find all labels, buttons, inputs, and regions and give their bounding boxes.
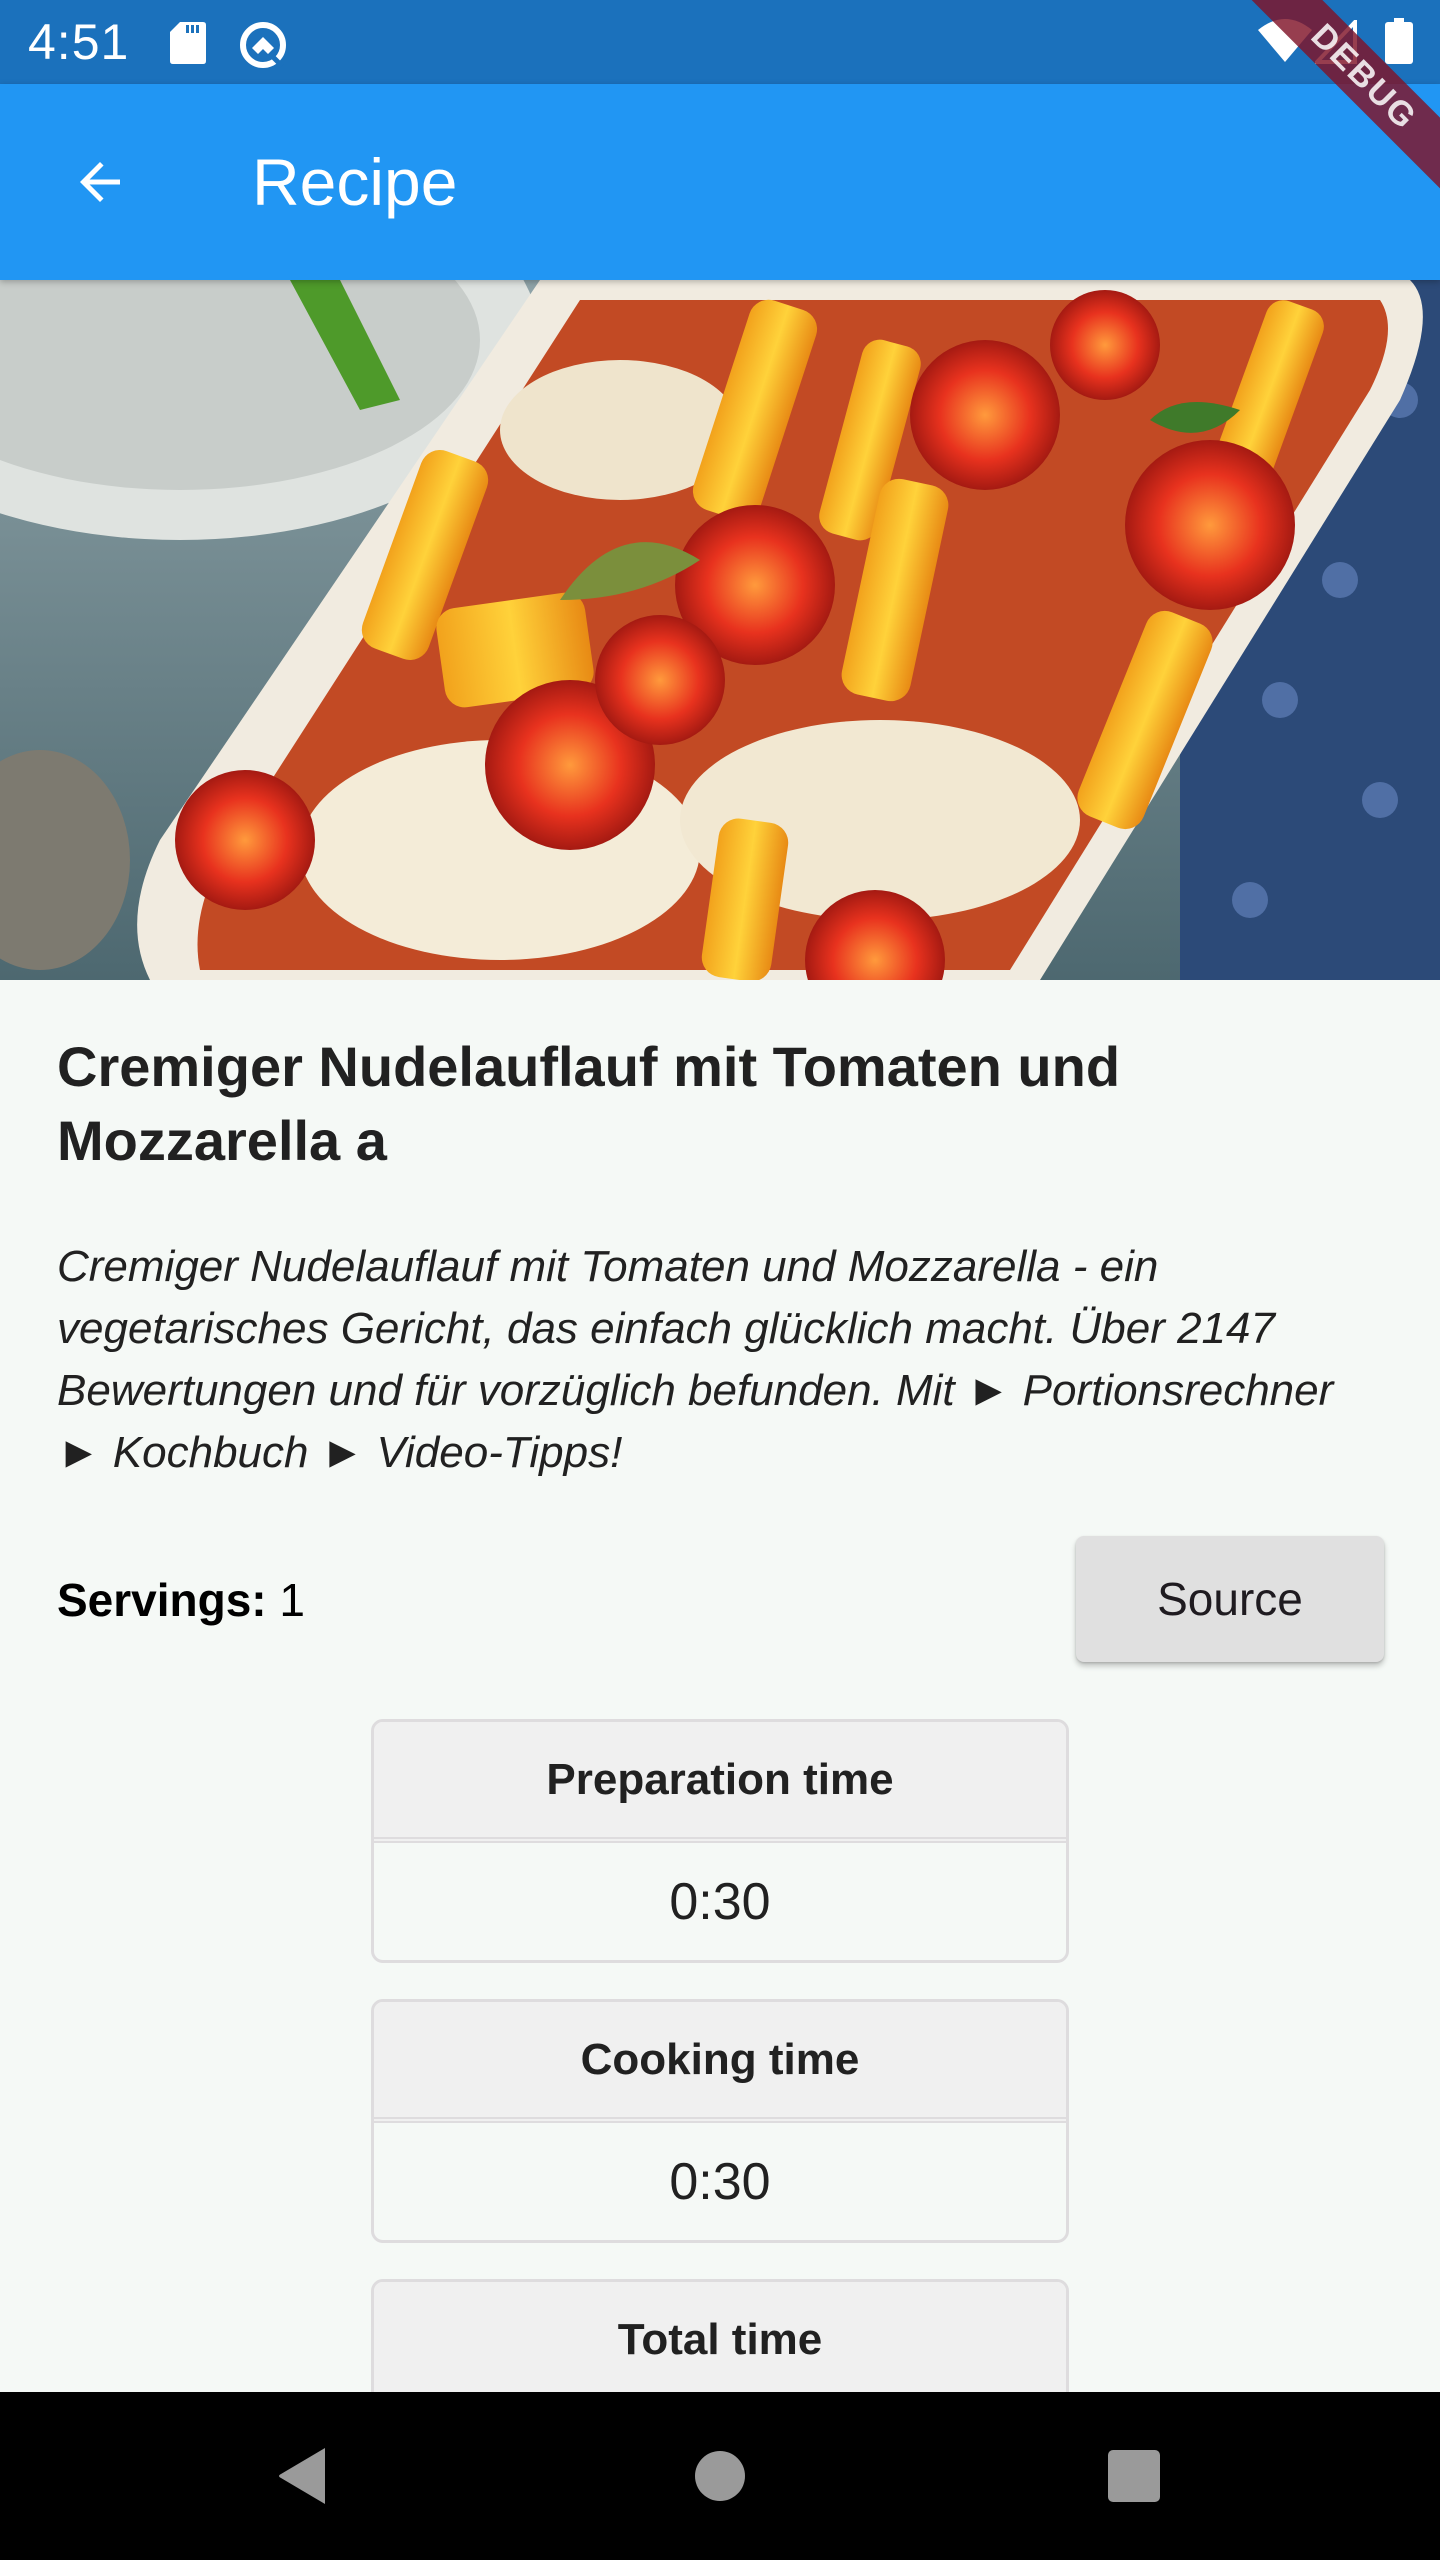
back-button[interactable] [56,138,144,226]
nav-home-button[interactable] [640,2392,800,2560]
status-time: 4:51 [28,14,130,70]
nav-recents-button[interactable] [1054,2392,1214,2560]
servings: Servings: 1 [57,1572,305,1628]
cooking-time-table: Cooking time 0:30 [371,1999,1069,2243]
android-q-icon [240,22,286,68]
servings-value: 1 [279,1574,306,1626]
recipe-content: Cremiger Nudelauflauf mit Tomaten und Mo… [57,1030,1387,1484]
recipe-description: Cremiger Nudelauflauf mit Tomaten und Mo… [57,1242,1334,1477]
time-table-value: 0:30 [669,2152,771,2211]
nav-back-button[interactable] [222,2392,382,2560]
sd-card-icon [170,22,206,64]
recipe-title: Cremiger Nudelauflauf mit Tomaten und Mo… [57,1035,1121,1172]
time-table-header: Preparation time [374,1722,1066,1843]
cell-signal-icon [1315,20,1357,64]
recipe-photo [0,280,1440,980]
preparation-time-table: Preparation time 0:30 [371,1719,1069,1963]
app-bar-title: Recipe [252,145,458,219]
recipe-image [0,280,1440,980]
source-button[interactable]: Source [1076,1536,1384,1662]
system-nav-bar [0,2392,1440,2560]
nav-recents-icon [1108,2450,1160,2502]
time-table-value: 0:30 [669,1872,771,1931]
status-bar: 4:51 [0,0,1440,84]
servings-label: Servings: [57,1574,267,1626]
battery-icon [1385,18,1413,64]
nav-home-icon [695,2451,745,2501]
time-table-header: Total time [374,2282,1066,2403]
app-bar: Recipe [0,84,1440,280]
arrow-back-icon [80,162,120,202]
time-table-header: Cooking time [374,2002,1066,2123]
nav-back-icon [279,2448,325,2504]
recipe-screen: 4:51 DEBUG Recipe Cremiger Nudelauflauf … [0,0,1440,2560]
servings-row: Servings: 1 Source [57,1536,1384,1662]
wifi-icon [1258,19,1312,62]
